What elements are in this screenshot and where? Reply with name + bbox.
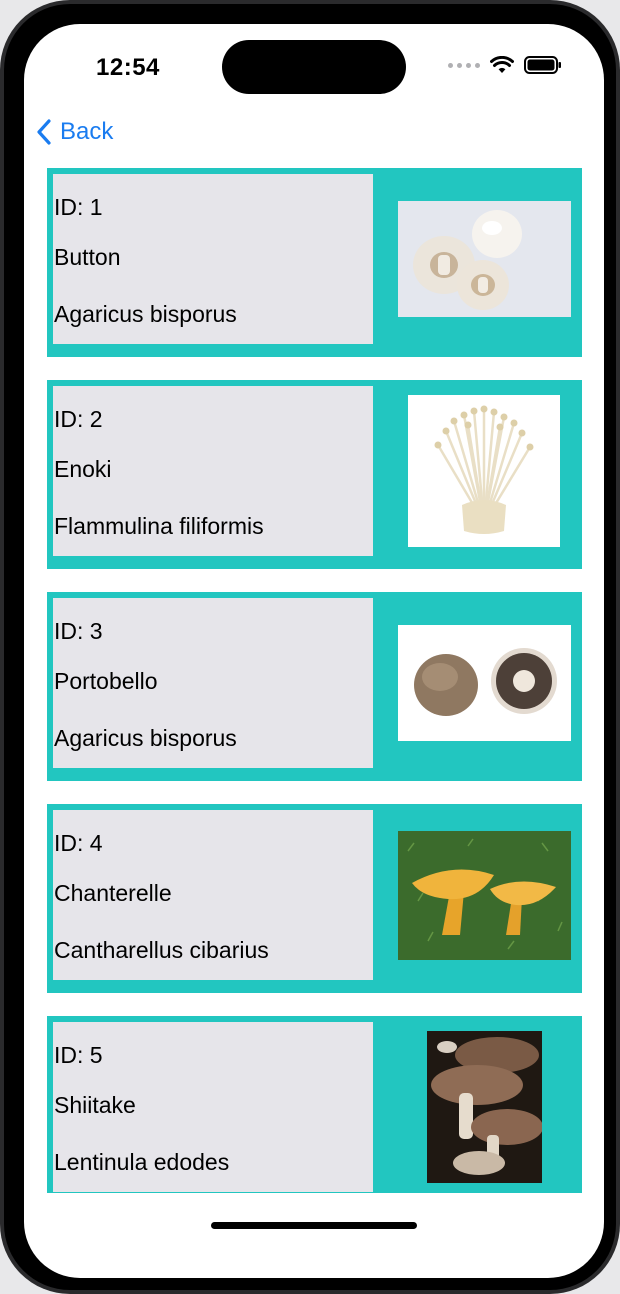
- mushroom-card[interactable]: ID: 3 Portobello Agaricus bisporus: [47, 592, 582, 781]
- mushroom-card[interactable]: ID: 4 Chanterelle Cantharellus cibarius: [47, 804, 582, 993]
- battery-icon: [524, 56, 561, 74]
- mushroom-info: ID: 4 Chanterelle Cantharellus cibarius: [53, 810, 373, 980]
- phone-frame: 12:54 Back ID: 1 Button Agaricus bisporu…: [0, 0, 620, 1294]
- status-time: 12:54: [96, 54, 160, 81]
- mushroom-id: ID: 2: [54, 406, 103, 432]
- mushroom-id: ID: 3: [54, 618, 103, 644]
- mushroom-name: Chanterelle: [54, 880, 172, 906]
- button-mushroom-image: [398, 201, 571, 317]
- mushroom-list[interactable]: ID: 1 Button Agaricus bisporus ID: 2 Eno…: [47, 168, 582, 1193]
- back-label: Back: [60, 118, 114, 145]
- mushroom-scientific-name: Flammulina filiformis: [54, 513, 264, 539]
- mushroom-card[interactable]: ID: 1 Button Agaricus bisporus: [47, 168, 582, 357]
- back-button[interactable]: Back: [36, 118, 113, 146]
- mushroom-info: ID: 5 Shiitake Lentinula edodes: [53, 1022, 373, 1192]
- mushroom-card[interactable]: ID: 5 Shiitake Lentinula edodes: [47, 1016, 582, 1193]
- shiitake-mushroom-image: [427, 1031, 542, 1183]
- wifi-icon: [490, 56, 514, 73]
- mushroom-scientific-name: Agaricus bisporus: [54, 725, 237, 751]
- mushroom-info: ID: 1 Button Agaricus bisporus: [53, 174, 373, 344]
- mushroom-scientific-name: Cantharellus cibarius: [54, 937, 269, 963]
- mushroom-name: Enoki: [54, 456, 112, 482]
- enoki-mushroom-image: [408, 395, 560, 547]
- mushroom-name: Shiitake: [54, 1092, 136, 1118]
- phone-bezel: 12:54 Back ID: 1 Button Agaricus bisporu…: [4, 4, 616, 1290]
- mushroom-card[interactable]: ID: 2 Enoki Flammulina filiformis: [47, 380, 582, 569]
- mushroom-scientific-name: Agaricus bisporus: [54, 301, 237, 327]
- mushroom-info: ID: 3 Portobello Agaricus bisporus: [53, 598, 373, 768]
- portobello-mushroom-image: [398, 625, 571, 741]
- mushroom-name: Button: [54, 244, 121, 270]
- cellular-signal-icon: [448, 62, 480, 68]
- mushroom-id: ID: 4: [54, 830, 103, 856]
- mushroom-name: Portobello: [54, 668, 158, 694]
- chanterelle-mushroom-image: [398, 831, 571, 960]
- mushroom-scientific-name: Lentinula edodes: [54, 1149, 230, 1175]
- home-indicator[interactable]: [211, 1222, 417, 1229]
- screen: 12:54 Back ID: 1 Button Agaricus bisporu…: [24, 24, 604, 1278]
- status-icons: [448, 56, 562, 74]
- mushroom-id: ID: 5: [54, 1042, 103, 1068]
- mushroom-id: ID: 1: [54, 194, 103, 220]
- chevron-left-icon: [37, 119, 51, 145]
- dynamic-island: [222, 40, 406, 94]
- mushroom-info: ID: 2 Enoki Flammulina filiformis: [53, 386, 373, 556]
